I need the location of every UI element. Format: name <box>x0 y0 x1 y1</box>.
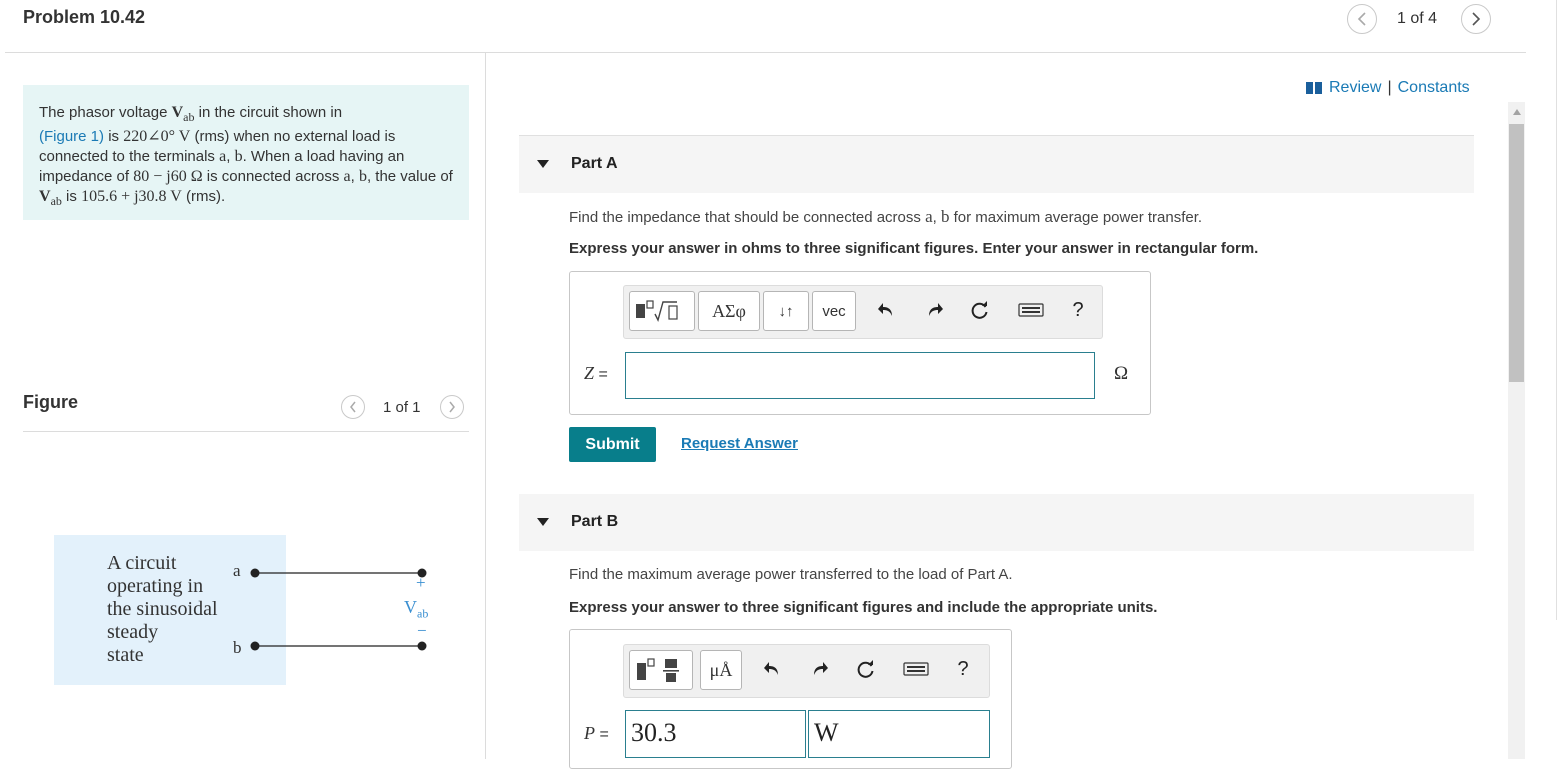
scroll-up-arrow[interactable] <box>1508 102 1525 122</box>
next-figure-button[interactable] <box>440 395 464 419</box>
arrows-button[interactable]: ↓↑ <box>763 291 809 331</box>
collapse-triangle-icon <box>537 160 549 168</box>
problem-title: Problem 10.42 <box>23 7 146 27</box>
next-problem-button[interactable] <box>1461 4 1491 34</box>
figure-heading: Figure <box>23 392 79 412</box>
collapse-triangle-icon <box>537 518 549 526</box>
redo-icon[interactable] <box>808 657 832 681</box>
submit-button[interactable]: Submit <box>569 427 656 462</box>
part-b-question: Find the maximum average power transferr… <box>569 566 1013 583</box>
scrollbar-thumb[interactable] <box>1509 124 1524 382</box>
review-link[interactable]: Review <box>1329 79 1381 97</box>
redo-icon[interactable] <box>923 298 947 322</box>
vector-button[interactable]: vec <box>812 291 856 331</box>
reset-icon[interactable] <box>854 657 878 681</box>
output-b-node <box>417 641 427 651</box>
part-b-instruction: Express your answer to three significant… <box>569 599 1158 616</box>
plus-sign: + <box>416 573 426 592</box>
header-divider <box>5 52 1526 53</box>
problem-statement: The phasor voltage Vab in the circuit sh… <box>39 104 453 208</box>
book-icon <box>1306 82 1322 94</box>
review-constants-links: Review | Constants <box>1305 79 1470 97</box>
reset-icon[interactable] <box>968 298 992 322</box>
part-b-header[interactable]: Part B <box>519 494 1474 551</box>
help-button[interactable]: ? <box>951 657 975 681</box>
units-templates-button[interactable] <box>629 650 693 690</box>
pane-divider <box>485 53 486 759</box>
power-unit-input[interactable]: W <box>808 710 990 758</box>
part-a-header[interactable]: Part A <box>519 136 1474 193</box>
templates-icon <box>637 658 679 682</box>
chevron-left-icon <box>1357 12 1366 26</box>
z-label: Z = <box>584 363 608 383</box>
chevron-right-icon <box>1472 12 1481 26</box>
prev-figure-button[interactable] <box>341 395 365 419</box>
part-b-toolbar: μÅ ? <box>623 644 990 698</box>
impedance-input[interactable] <box>625 352 1095 399</box>
part-a-question: Find the impedance that should be connec… <box>569 207 1203 226</box>
request-answer-link[interactable]: Request Answer <box>681 435 798 452</box>
templates-button[interactable] <box>629 291 695 331</box>
undo-icon[interactable] <box>874 298 898 322</box>
greek-symbols-button[interactable]: ΑΣφ <box>698 291 760 331</box>
part-a-instruction: Express your answer in ohms to three sig… <box>569 240 1259 257</box>
chevron-left-icon <box>350 401 356 413</box>
figure-link[interactable]: (Figure 1) <box>39 128 104 145</box>
triangle-up-icon <box>1512 109 1521 115</box>
templates-icon <box>636 300 678 322</box>
voltage-label: Vab <box>404 597 429 621</box>
power-value-input[interactable]: 30.3 <box>625 710 806 758</box>
ohm-unit: Ω <box>1114 363 1129 384</box>
constants-link[interactable]: Constants <box>1398 79 1470 97</box>
p-label: P = <box>584 723 609 743</box>
link-separator: | <box>1387 79 1392 96</box>
part-b-title: Part B <box>571 513 619 530</box>
undo-icon[interactable] <box>760 657 784 681</box>
figure-divider <box>23 431 469 432</box>
keyboard-icon[interactable] <box>901 657 931 681</box>
part-a-title: Part A <box>571 155 618 172</box>
prev-problem-button[interactable] <box>1347 4 1377 34</box>
figure-pager: 1 of 1 <box>383 399 421 416</box>
keyboard-icon[interactable] <box>1016 298 1046 322</box>
chevron-right-icon <box>449 401 455 413</box>
part-a-toolbar: ΑΣφ ↓↑ vec ? <box>623 285 1103 339</box>
problem-pager: 1 of 4 <box>1397 10 1438 27</box>
window-edge <box>1556 0 1557 620</box>
units-button[interactable]: μÅ <box>700 650 742 690</box>
help-button[interactable]: ? <box>1066 298 1090 322</box>
minus-sign: − <box>417 621 427 640</box>
